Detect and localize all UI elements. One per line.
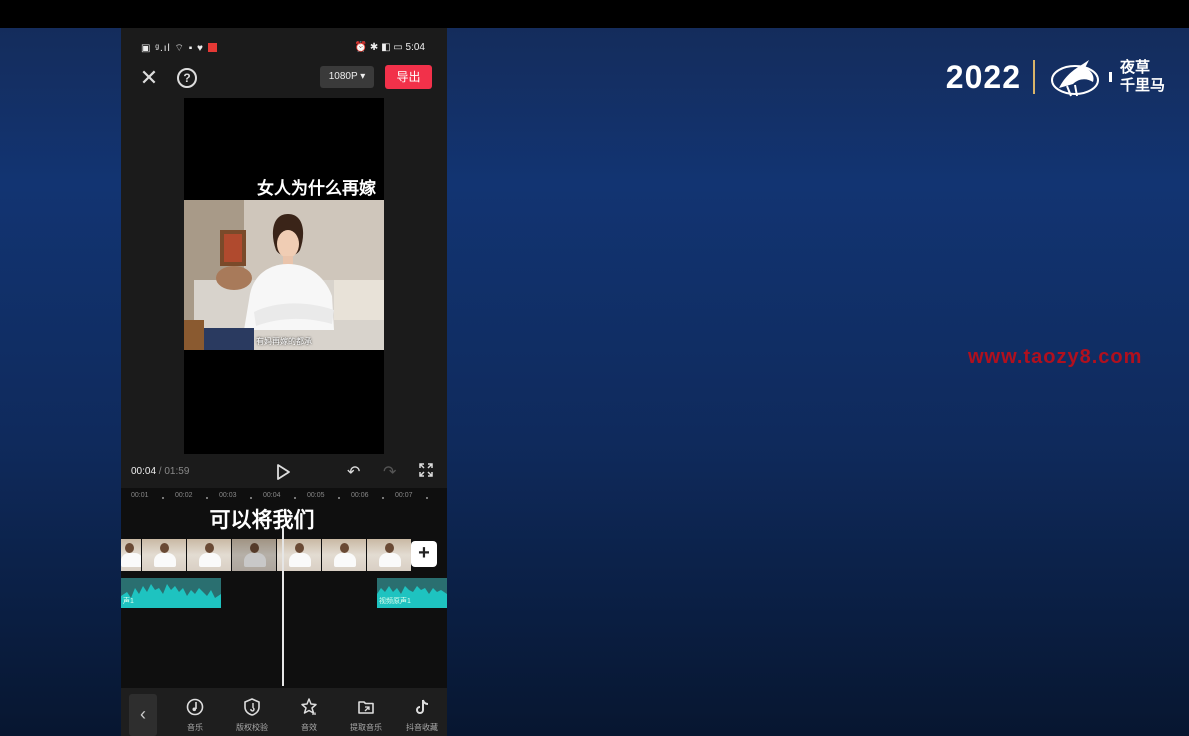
lyric-caption: 可以将我们 bbox=[209, 509, 315, 532]
music-icon bbox=[186, 698, 204, 716]
export-button[interactable]: 导出 bbox=[385, 65, 432, 89]
top-black-bar bbox=[0, 0, 1189, 28]
playback-controls: 00:04 / 01:59 ↶ ↷ bbox=[121, 458, 447, 486]
help-icon[interactable]: ? bbox=[177, 68, 197, 88]
tool-label: 提取音乐 bbox=[350, 723, 382, 732]
waveform-icon bbox=[121, 584, 221, 608]
redo-icon[interactable]: ↷ bbox=[383, 462, 396, 482]
resolution-dropdown[interactable]: 1080P ▾ bbox=[320, 66, 374, 88]
tool-tiktok-favorites[interactable]: 抖音收藏 bbox=[397, 698, 447, 733]
ruler-dot bbox=[338, 497, 340, 499]
clip-thumbnail[interactable] bbox=[187, 539, 231, 571]
video-track[interactable]: + bbox=[121, 533, 447, 571]
tool-extract-music[interactable]: 提取音乐 bbox=[341, 698, 391, 733]
audio-clip-left[interactable]: 声1 bbox=[121, 578, 221, 608]
ruler-dot bbox=[162, 497, 164, 499]
copyright-check-icon bbox=[244, 698, 260, 716]
ruler-tick: 00:02 bbox=[175, 492, 193, 499]
audio-label: 视频原声1 bbox=[379, 598, 411, 605]
audio-label: 声1 bbox=[123, 598, 134, 605]
woman-on-sofa-image bbox=[184, 200, 384, 350]
time-readout: 00:04 / 01:59 bbox=[131, 466, 189, 477]
tool-music[interactable]: 音乐 bbox=[170, 698, 220, 733]
ruler-dot bbox=[382, 497, 384, 499]
audio-clip-right[interactable]: 视频原声1 bbox=[377, 578, 447, 608]
ruler-tick: 00:07 bbox=[395, 492, 413, 499]
ruler-tick: 00:06 bbox=[351, 492, 369, 499]
add-clip-button[interactable]: + bbox=[411, 541, 437, 567]
video-frame: 2022 夜草 千里马 www.taozy8.com ▣ ᵍ.ıl ⌔ ▪ ♥ … bbox=[0, 0, 1189, 736]
undo-icon[interactable]: ↶ bbox=[347, 462, 360, 482]
status-left-text: ▣ ᵍ.ıl ⌔ ▪ ♥ bbox=[141, 43, 204, 54]
notification-icon bbox=[207, 43, 217, 52]
preview-image: 有妈再嫁的都承 bbox=[184, 200, 384, 350]
current-time: 00:04 bbox=[131, 466, 157, 477]
preview-caption: 女人为什么再嫁 bbox=[257, 179, 376, 198]
audio-toolbar: ‹ 音乐 版权校验 音效 提取音乐 抖音收藏 bbox=[121, 688, 447, 736]
tool-sound-effect[interactable]: 音效 bbox=[284, 698, 334, 733]
clip-thumbnail[interactable] bbox=[367, 539, 411, 571]
tiktok-favorites-icon bbox=[416, 699, 429, 714]
clip-thumbnail[interactable] bbox=[322, 539, 366, 571]
clip-thumbnail[interactable] bbox=[121, 539, 141, 571]
tool-label: 版权校验 bbox=[236, 723, 268, 732]
brand-name: 夜草 千里马 bbox=[1120, 59, 1165, 95]
status-icons-right: ⏰ ✱ ◧ ▭ 5:04 bbox=[354, 42, 425, 53]
ruler-dot bbox=[294, 497, 296, 499]
ruler-tick: 00:03 bbox=[219, 492, 237, 499]
sound-effect-icon bbox=[301, 698, 317, 715]
brand-bullet bbox=[1108, 72, 1112, 82]
brand-year: 2022 bbox=[945, 58, 1021, 95]
ruler-tick: 00:05 bbox=[307, 492, 325, 499]
ruler-dot bbox=[250, 497, 252, 499]
ruler-tick: 00:01 bbox=[131, 492, 149, 499]
pegasus-logo-icon bbox=[1050, 60, 1099, 97]
total-time: / 01:59 bbox=[156, 466, 190, 477]
tool-copyright-check[interactable]: 版权校验 bbox=[227, 698, 277, 733]
close-button[interactable]: ✕ bbox=[137, 66, 161, 90]
ruler-dot bbox=[426, 497, 428, 499]
ruler-dot bbox=[206, 497, 208, 499]
playhead[interactable] bbox=[282, 528, 284, 686]
status-bar: ▣ ᵍ.ıl ⌔ ▪ ♥ ⏰ ✱ ◧ ▭ 5:04 bbox=[121, 28, 447, 64]
brand-divider bbox=[1032, 60, 1035, 94]
tool-label: 抖音收藏 bbox=[406, 723, 438, 732]
watermark-url: www.taozy8.com bbox=[968, 346, 1143, 368]
back-button[interactable]: ‹ bbox=[129, 694, 157, 736]
extract-music-icon bbox=[358, 701, 374, 714]
status-icons-left: ▣ ᵍ.ıl ⌔ ▪ ♥ bbox=[141, 42, 217, 55]
brand-name-line2: 千里马 bbox=[1119, 77, 1165, 94]
brand-name-line1: 夜草 bbox=[1119, 59, 1150, 76]
play-icon[interactable] bbox=[273, 462, 293, 482]
tool-label: 音效 bbox=[301, 723, 317, 732]
ruler-tick: 00:04 bbox=[263, 492, 281, 499]
brand-logo-block: 2022 夜草 千里马 bbox=[946, 54, 1165, 100]
time-ruler: 00:01 00:02 00:03 00:04 00:05 00:06 00:0… bbox=[121, 490, 447, 504]
fullscreen-icon[interactable] bbox=[419, 463, 433, 477]
clip-thumbnail[interactable] bbox=[142, 539, 186, 571]
preview-subtitle: 有妈再嫁的都承 bbox=[256, 337, 312, 346]
editor-top-toolbar: ✕ ? 1080P ▾ 导出 bbox=[121, 64, 447, 94]
video-preview[interactable]: 女人为什么再嫁 有妈再嫁的都承 bbox=[184, 98, 384, 454]
tool-label: 音乐 bbox=[187, 723, 203, 732]
timeline-panel[interactable]: 00:01 00:02 00:03 00:04 00:05 00:06 00:0… bbox=[121, 488, 447, 688]
phone-screen: ▣ ᵍ.ıl ⌔ ▪ ♥ ⏰ ✱ ◧ ▭ 5:04 ✕ ? 1080P ▾ 导出… bbox=[121, 28, 447, 736]
clip-thumbnail[interactable] bbox=[232, 539, 276, 571]
